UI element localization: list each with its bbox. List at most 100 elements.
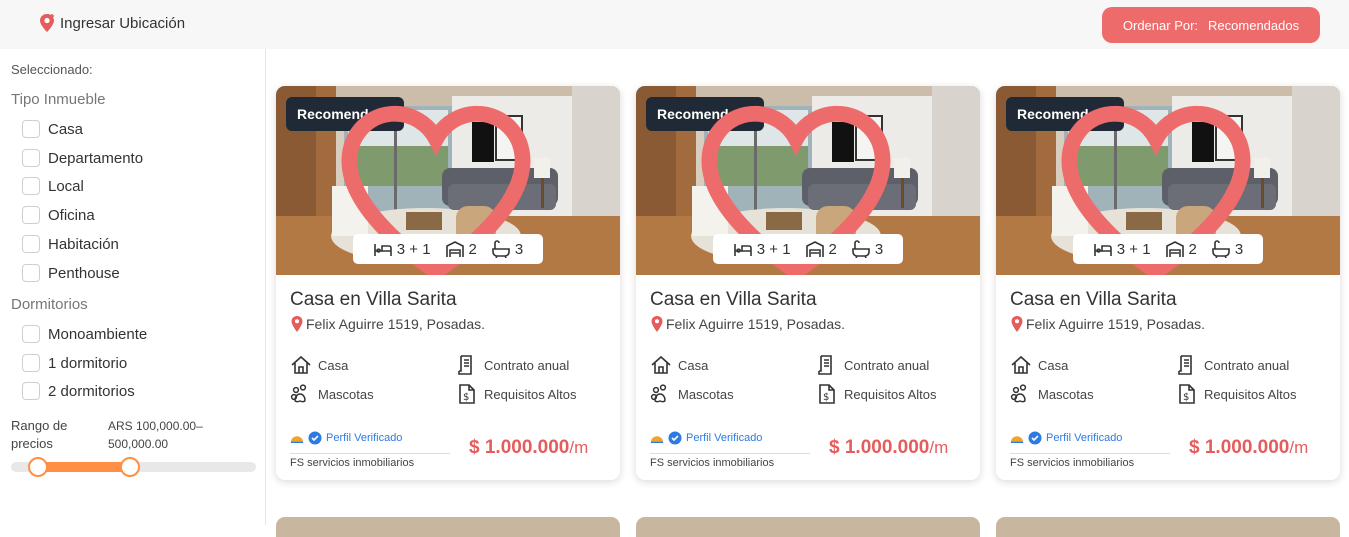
paw-icon	[1010, 384, 1027, 403]
filter-label: Monoambiente	[48, 325, 148, 343]
slider-fill	[37, 462, 130, 472]
listing-price: $ 1.000.000/m	[829, 437, 948, 459]
garage-value: 2	[468, 240, 477, 258]
bedrooms-value: 3 + 1	[1116, 240, 1151, 258]
location-input[interactable]: Ingresar Ubicación	[38, 13, 185, 33]
filter-penthouse[interactable]: Penthouse	[22, 264, 120, 282]
verified-profile: Perfil Verificado	[650, 431, 762, 445]
listing-photo[interactable]: Recomendado 3 + 1 2 3	[996, 86, 1340, 275]
price-unit: /m	[929, 438, 949, 457]
listing-photo[interactable]: Recomendado 3 + 1 2 3	[276, 86, 620, 275]
checkbox[interactable]	[22, 264, 40, 282]
top-bar: Ingresar Ubicación Ordenar Por: Recomend…	[0, 0, 1349, 49]
checkbox[interactable]	[22, 235, 40, 253]
filter-habitacion[interactable]: Habitación	[22, 235, 119, 253]
agency-name[interactable]: FS servicios inmobiliarios	[290, 457, 414, 469]
listing-title[interactable]: Casa en Villa Sarita	[1010, 289, 1177, 311]
bathrooms-value: 3	[874, 240, 884, 258]
svg-text:$: $	[823, 392, 829, 403]
price-range-slider[interactable]	[11, 457, 256, 477]
pets-text: Mascotas	[1038, 386, 1094, 402]
requirements-attr: $ Requisitos Altos	[456, 383, 577, 405]
filter-1-dormitorio[interactable]: 1 dormitorio	[22, 354, 127, 372]
price-range-label: Rango de precios	[11, 418, 68, 451]
contract-text: Contrato anual	[484, 357, 570, 373]
features-strip: 3 + 1 2 3	[713, 234, 903, 264]
contract-text: Contrato anual	[844, 357, 930, 373]
listing-card[interactable]: Recomendado 3 + 1 2 3 Casa en Villa Sari…	[996, 86, 1340, 480]
bed-icon	[733, 244, 752, 256]
location-pin-icon	[1011, 316, 1023, 332]
pets-attr: Mascotas	[650, 383, 734, 405]
filter-oficina[interactable]: Oficina	[22, 206, 95, 224]
agency-logo-icon	[650, 436, 664, 444]
slider-max-handle[interactable]	[119, 457, 140, 477]
pets-attr: Mascotas	[290, 383, 374, 405]
filter-2-dormitorios[interactable]: 2 dormitorios	[22, 382, 135, 400]
location-pin-icon	[40, 14, 54, 32]
verified-text: Perfil Verificado	[326, 432, 403, 444]
checkbox[interactable]	[22, 177, 40, 195]
bathtub-icon	[852, 240, 870, 258]
bathrooms-feature: 3	[491, 240, 523, 258]
filter-label: Habitación	[48, 235, 119, 253]
bedrooms-feature: 3 + 1	[1093, 240, 1151, 258]
location-pin-icon	[291, 316, 303, 332]
divider	[290, 453, 450, 454]
checkbox[interactable]	[22, 149, 40, 167]
listing-card-partial[interactable]	[996, 517, 1340, 537]
garage-car-icon	[805, 241, 824, 257]
checkbox[interactable]	[22, 206, 40, 224]
divider	[650, 453, 810, 454]
filter-monoambiente[interactable]: Monoambiente	[22, 325, 147, 343]
garage-feature: 2	[805, 240, 837, 258]
slider-min-handle[interactable]	[27, 457, 48, 477]
listing-card-partial[interactable]	[636, 517, 980, 537]
svg-text:$: $	[463, 392, 469, 403]
pets-text: Mascotas	[318, 386, 374, 402]
location-label: Ingresar Ubicación	[60, 14, 186, 32]
filter-label: 1 dormitorio	[48, 354, 128, 372]
agency-name[interactable]: FS servicios inmobiliarios	[650, 457, 774, 469]
listing-title[interactable]: Casa en Villa Sarita	[650, 289, 817, 311]
contract-attr: Contrato anual	[1176, 354, 1289, 376]
property-type-text: Casa	[1038, 357, 1069, 373]
price-unit: /m	[1289, 438, 1309, 457]
price-range-value: ARS 100,000.00–500,000.00	[108, 419, 203, 451]
listing-price: $ 1.000.000/m	[1189, 437, 1308, 459]
features-strip: 3 + 1 2 3	[353, 234, 543, 264]
filter-label: Local	[48, 177, 84, 195]
verified-check-icon	[308, 431, 322, 445]
filter-label: Penthouse	[48, 264, 120, 282]
listing-card[interactable]: Recomendado 3 + 1 2 3 Casa en Villa Sari…	[276, 86, 620, 480]
property-type-title: Tipo Inmueble	[11, 91, 106, 108]
checkbox[interactable]	[22, 325, 40, 343]
listing-title[interactable]: Casa en Villa Sarita	[290, 289, 457, 311]
listing-card[interactable]: Recomendado 3 + 1 2 3 Casa en Villa Sari…	[636, 86, 980, 480]
selected-label: Seleccionado:	[11, 62, 93, 77]
agency-logo-icon	[290, 436, 304, 444]
price-value: $ 1.000.000	[469, 437, 570, 458]
money-document-icon: $	[459, 384, 475, 404]
pets-text: Mascotas	[678, 386, 734, 402]
agency-name[interactable]: FS servicios inmobiliarios	[1010, 457, 1134, 469]
bathtub-icon	[492, 240, 510, 258]
sort-button[interactable]: Ordenar Por: Recomendados	[1102, 7, 1320, 43]
checkbox[interactable]	[22, 120, 40, 138]
property-type-attr: Casa	[650, 354, 708, 376]
listing-card-partial[interactable]	[276, 517, 620, 537]
filter-departamento[interactable]: Departamento	[22, 149, 143, 167]
garage-feature: 2	[1165, 240, 1197, 258]
filter-label: Departamento	[48, 149, 144, 167]
filter-label: 2 dormitorios	[48, 382, 135, 400]
filter-casa[interactable]: Casa	[22, 120, 83, 138]
money-document-icon: $	[1179, 384, 1195, 404]
filter-local[interactable]: Local	[22, 177, 84, 195]
contract-attr: Contrato anual	[456, 354, 569, 376]
checkbox[interactable]	[22, 382, 40, 400]
listing-photo[interactable]: Recomendado 3 + 1 2 3	[636, 86, 980, 275]
filter-label: Oficina	[48, 206, 95, 224]
property-type-attr: Casa	[1010, 354, 1068, 376]
svg-text:$: $	[1183, 392, 1189, 403]
checkbox[interactable]	[22, 354, 40, 372]
